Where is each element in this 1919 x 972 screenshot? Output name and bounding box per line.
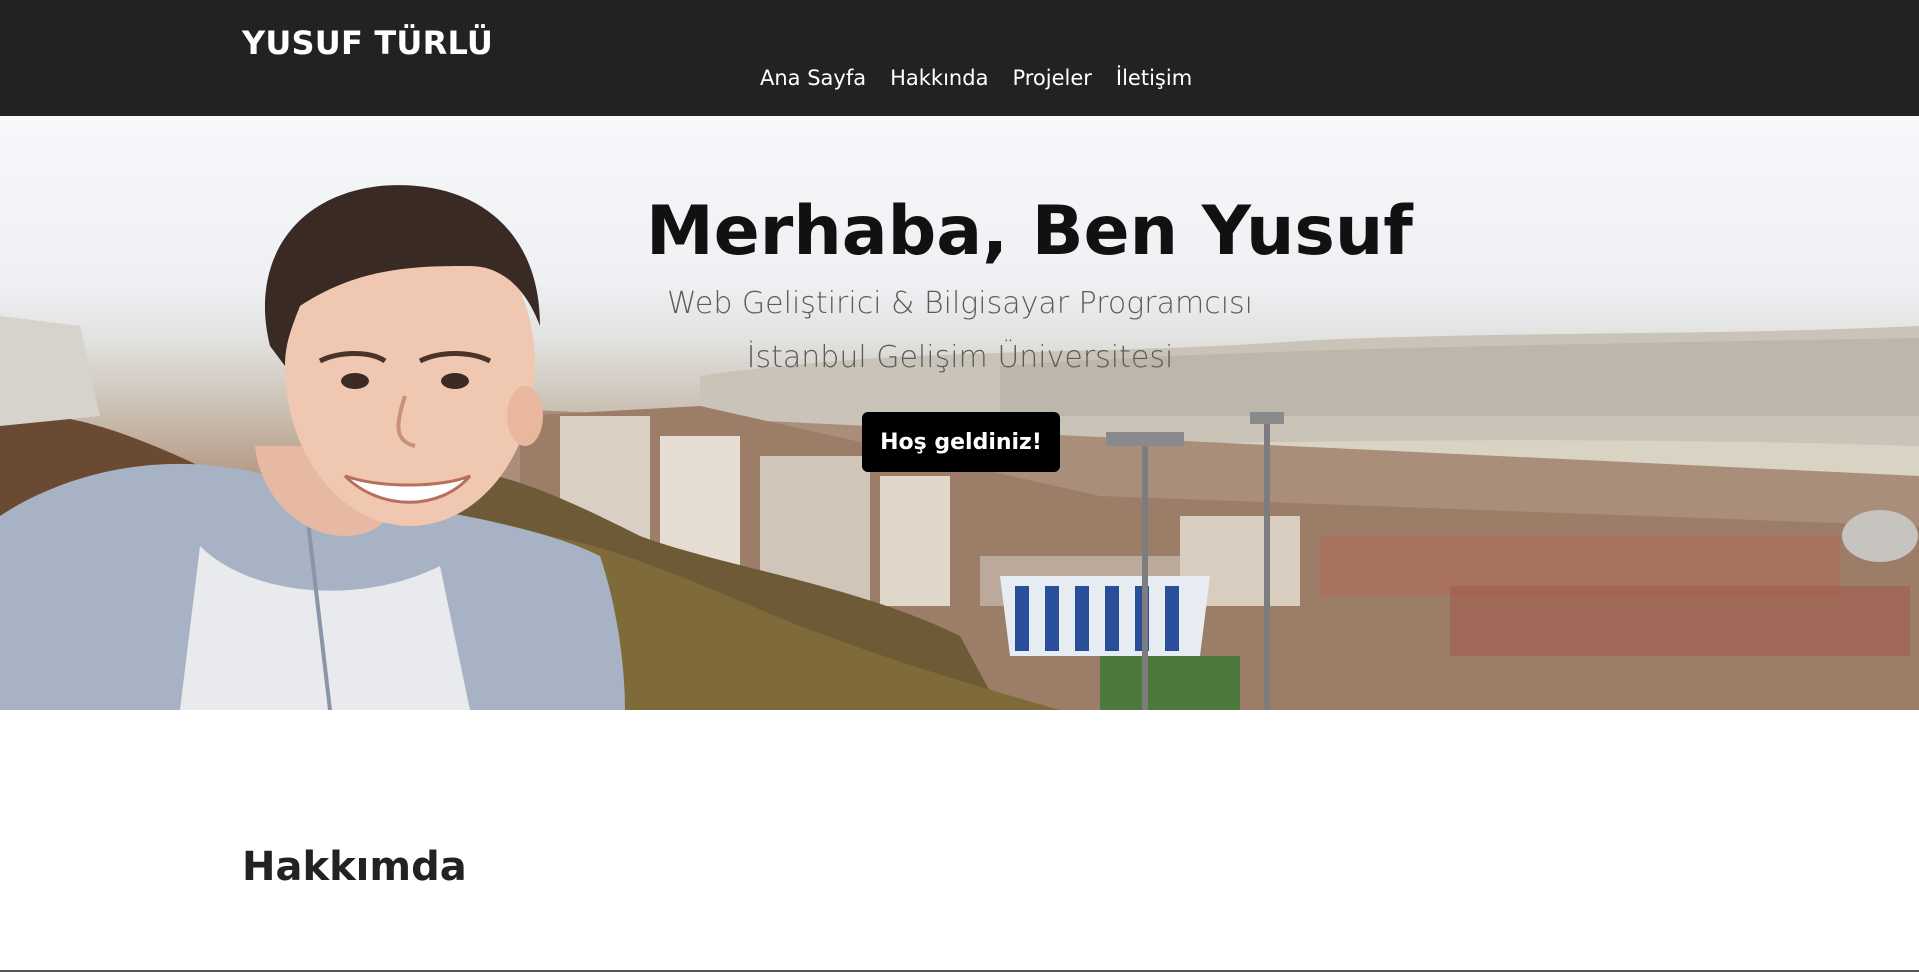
site-brand[interactable]: YUSUF TÜRLÜ bbox=[242, 24, 493, 62]
nav-link-about[interactable]: Hakkında bbox=[890, 66, 988, 90]
nav-link-projects[interactable]: Projeler bbox=[1012, 66, 1091, 90]
hero-section: Merhaba, Ben Yusuf Web Geliştirici & Bil… bbox=[0, 116, 1919, 710]
nav-link-home[interactable]: Ana Sayfa bbox=[760, 66, 866, 90]
hero-subtitle-university: İstanbul Gelişim Üniversitesi bbox=[746, 340, 1174, 375]
main-nav: Ana Sayfa Hakkında Projeler İletişim bbox=[760, 66, 1192, 90]
nav-link-contact[interactable]: İletişim bbox=[1116, 66, 1192, 90]
welcome-button[interactable]: Hoş geldiniz! bbox=[862, 412, 1060, 472]
site-header: YUSUF TÜRLÜ Ana Sayfa Hakkında Projeler … bbox=[0, 0, 1919, 116]
hero-subtitle-role: Web Geliştirici & Bilgisayar Programcısı bbox=[666, 286, 1253, 321]
hero-title: Merhaba, Ben Yusuf bbox=[646, 192, 1413, 271]
about-section-title: Hakkımda bbox=[242, 844, 467, 890]
